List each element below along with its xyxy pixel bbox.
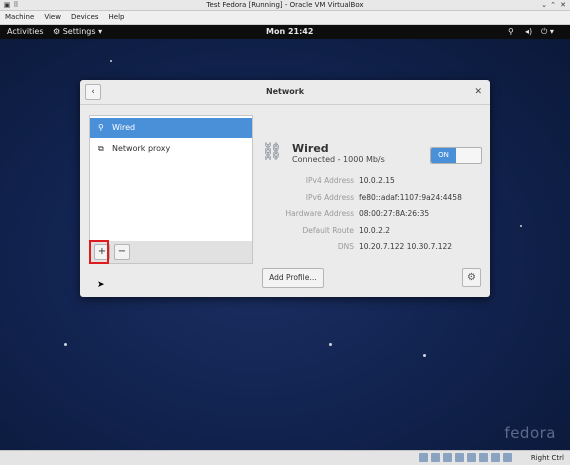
hardware-address-label: Hardware Address xyxy=(285,209,354,218)
default-route-value: 10.0.2.2 xyxy=(359,226,391,235)
star xyxy=(110,60,112,62)
connection-settings-button[interactable]: ⚙ xyxy=(462,268,481,287)
hardware-address-value: 08:00:27:8A:26:35 xyxy=(359,209,430,218)
gnome-top-bar: Activities ⚙ Settings ▾ Mon 21:42 ⚲ ◂) ⏻… xyxy=(0,25,570,39)
ipv6-value: fe80::adaf:1107:9a24:4458 xyxy=(359,193,462,202)
dialog-title: Network xyxy=(265,87,305,96)
settings-gear-icon: ⚙ xyxy=(53,27,61,36)
network-adapter-icon[interactable] xyxy=(455,453,464,462)
dialog-header: ‹ Network ✕ xyxy=(80,80,490,105)
window-title: Test Fedora [Running] - Oracle VM Virtua… xyxy=(206,1,364,9)
ipv4-value: 10.0.2.15 xyxy=(359,176,395,185)
usb-icon[interactable] xyxy=(467,453,476,462)
network-status-icon[interactable]: ⚲ xyxy=(508,25,514,39)
vbox-menu-bar: Machine View Devices Help xyxy=(0,11,570,25)
maximize-icon[interactable]: ⌃ xyxy=(549,1,557,9)
list-toolbar: + − xyxy=(89,241,253,264)
clock[interactable]: Mon 21:42 xyxy=(266,25,313,39)
menu-help[interactable]: Help xyxy=(104,11,130,24)
hard-disk-icon[interactable] xyxy=(419,453,428,462)
highlight-box xyxy=(89,240,109,264)
network-wired-icon: ⚲ xyxy=(98,123,104,132)
gear-icon: ⚙ xyxy=(467,272,476,283)
activities-button[interactable]: Activities xyxy=(7,25,44,39)
audio-icon[interactable] xyxy=(443,453,452,462)
add-profile-button[interactable]: Add Profile… xyxy=(262,268,324,288)
vbox-status-bar: Right Ctrl xyxy=(0,450,570,465)
wired-toggle-switch[interactable]: ON xyxy=(430,147,482,164)
chevron-down-icon: ▾ xyxy=(98,27,103,36)
optical-drive-icon[interactable] xyxy=(431,453,440,462)
remove-connection-button[interactable]: − xyxy=(114,244,130,260)
host-key-label: Right Ctrl xyxy=(530,454,564,462)
guest-display: Activities ⚙ Settings ▾ Mon 21:42 ⚲ ◂) ⏻… xyxy=(0,25,570,450)
app-menu-settings[interactable]: ⚙ Settings ▾ xyxy=(53,25,102,39)
fedora-logo: fedora xyxy=(504,424,556,442)
ipv4-label: IPv4 Address xyxy=(305,176,354,185)
vbox-title-bar: ▣ ⠿ Test Fedora [Running] - Oracle VM Vi… xyxy=(0,0,570,11)
menu-machine[interactable]: Machine xyxy=(0,11,39,24)
list-item-label: Network proxy xyxy=(112,144,171,153)
app-menu-label: Settings xyxy=(62,27,96,36)
star xyxy=(329,343,332,346)
star xyxy=(423,354,426,357)
dns-value: 10.20.7.122 10.30.7.122 xyxy=(359,242,453,251)
volume-icon[interactable]: ◂) xyxy=(525,25,532,39)
connection-list: ⚲ Wired ⧉ Network proxy xyxy=(89,115,253,242)
shared-folders-icon[interactable] xyxy=(479,453,488,462)
display-icon[interactable] xyxy=(491,453,500,462)
list-item-network-proxy[interactable]: ⧉ Network proxy xyxy=(90,139,252,159)
close-icon: ✕ xyxy=(474,87,482,97)
list-item-wired[interactable]: ⚲ Wired xyxy=(90,118,252,138)
star xyxy=(64,343,67,346)
mouse-cursor-icon: ➤ xyxy=(97,280,105,290)
default-route-label: Default Route xyxy=(302,226,354,235)
toggle-on-label: ON xyxy=(431,148,456,163)
minimize-icon[interactable]: ⌄ xyxy=(540,1,548,9)
dns-label: DNS xyxy=(337,242,354,251)
ipv6-label: IPv6 Address xyxy=(305,193,354,202)
list-item-label: Wired xyxy=(112,123,136,132)
connection-name: Wired xyxy=(292,142,329,155)
close-window-icon[interactable]: ✕ xyxy=(559,1,567,9)
recording-icon[interactable] xyxy=(503,453,512,462)
network-proxy-icon: ⧉ xyxy=(98,144,104,153)
menu-view[interactable]: View xyxy=(39,11,66,24)
power-icon[interactable]: ⏻ ▾ xyxy=(541,25,554,39)
star xyxy=(520,225,522,227)
connection-status: Connected - 1000 Mb/s xyxy=(292,155,385,164)
ethernet-icon: ⛓ xyxy=(261,142,283,162)
menu-devices[interactable]: Devices xyxy=(66,11,104,24)
network-settings-dialog: ‹ Network ✕ ⚲ Wired ⧉ Network proxy + − … xyxy=(80,80,490,297)
close-dialog-button[interactable]: ✕ xyxy=(474,80,482,104)
